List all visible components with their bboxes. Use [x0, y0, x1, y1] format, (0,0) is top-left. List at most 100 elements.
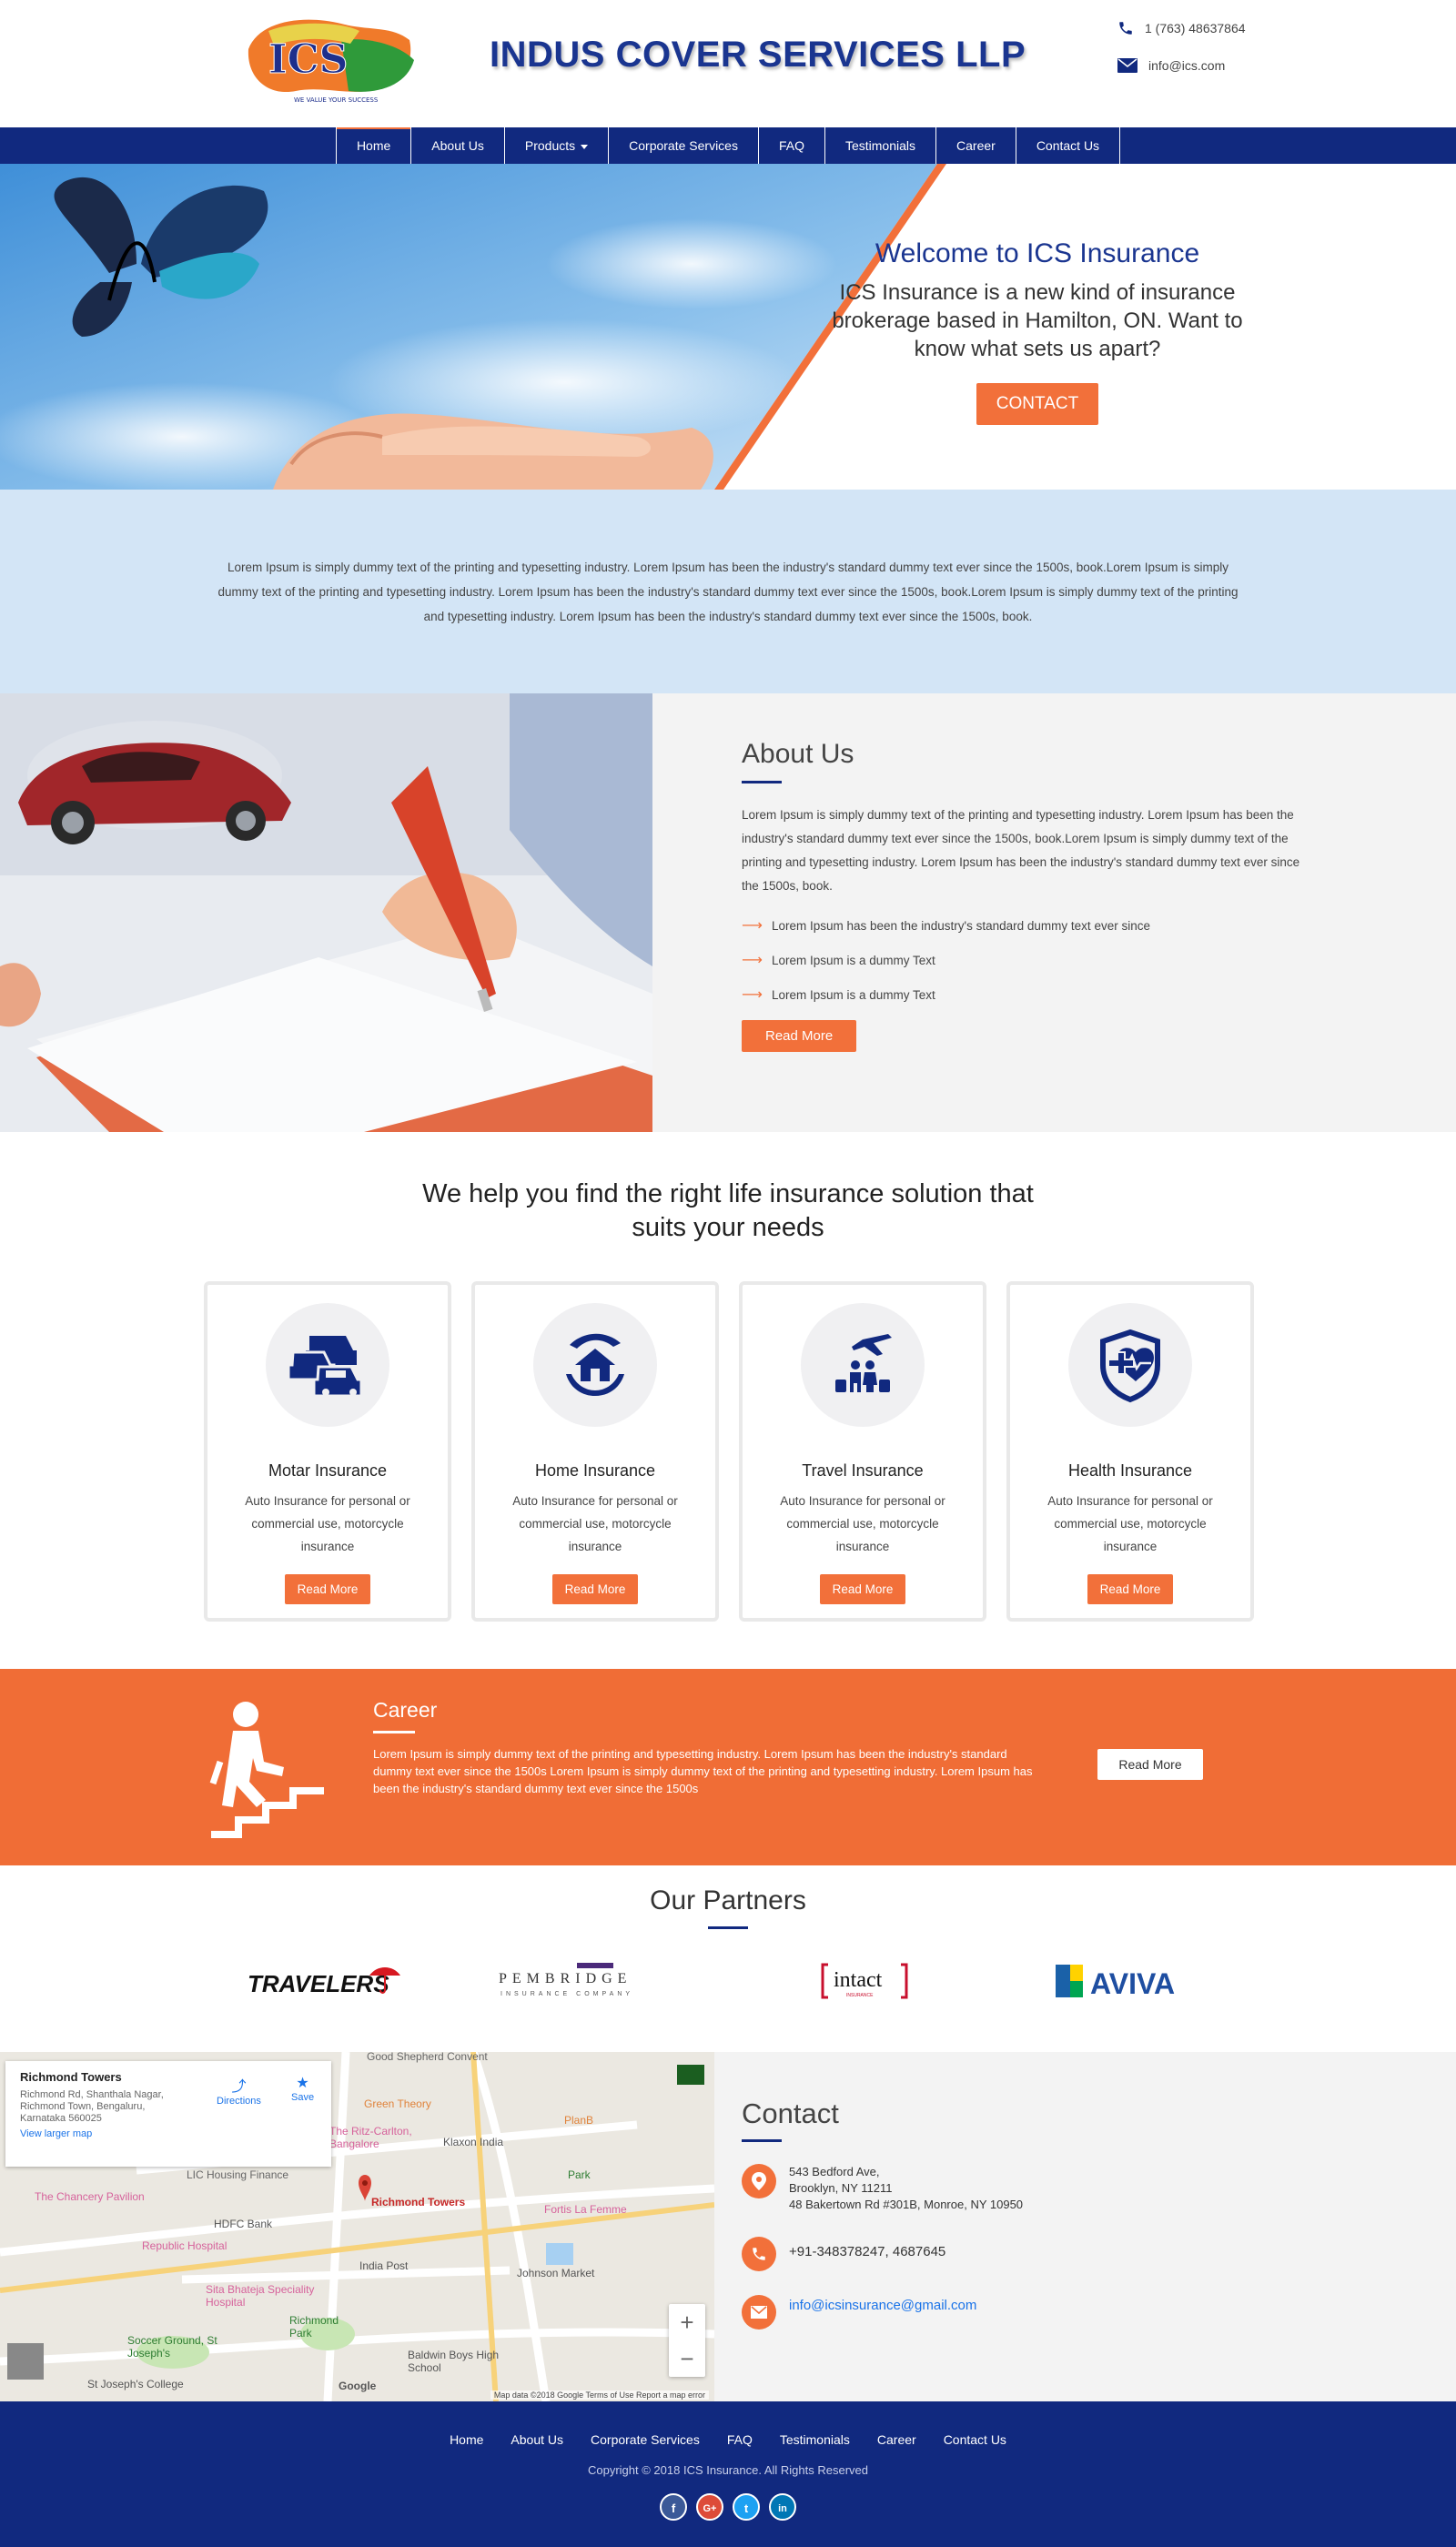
map-place-name: Richmond Towers: [20, 2070, 122, 2084]
travel-icon: [801, 1303, 925, 1427]
footer-link-faq[interactable]: FAQ: [727, 2432, 753, 2447]
header-phone[interactable]: 1 (763) 48637864: [1117, 20, 1246, 36]
main-nav: Home About Us Products Corporate Service…: [0, 127, 1456, 164]
nav-corporate[interactable]: Corporate Services: [609, 127, 759, 164]
map-label: Baldwin Boys High School: [408, 2349, 500, 2374]
insurance-card-home: Home Insurance Auto Insurance for person…: [471, 1281, 719, 1622]
contact-button[interactable]: CONTACT: [976, 383, 1099, 425]
ics-logo[interactable]: ICS WE VALUE YOUR SUCCESS: [241, 13, 419, 109]
card-description: Auto Insurance for personal or commercia…: [245, 1494, 410, 1553]
nav-faq[interactable]: FAQ: [759, 127, 825, 164]
google-logo: Google: [339, 2380, 377, 2392]
solutions-section: We help you find the right life insuranc…: [0, 1132, 1456, 1669]
google-plus-icon[interactable]: G+: [696, 2493, 723, 2521]
list-item: ⟶ Lorem Ipsum is a dummy Text: [742, 985, 1456, 1004]
envelope-icon: [1117, 58, 1138, 73]
map-label: Fortis La Femme: [544, 2203, 627, 2216]
list-item: ⟶ Lorem Ipsum has been the industry's sta…: [742, 916, 1456, 935]
star-icon: ★: [296, 2076, 309, 2091]
about-title: About Us: [742, 739, 854, 769]
nav-about[interactable]: About Us: [411, 127, 505, 164]
map-label: Richmond Towers: [371, 2196, 466, 2208]
map-label: The Chancery Pavilion: [35, 2190, 145, 2203]
contract-signing-image: [0, 693, 652, 1132]
contact-phone: +91-348378247, 4687645: [742, 2237, 1023, 2271]
partners-title: Our Partners: [650, 1885, 806, 1915]
footer-link-corporate[interactable]: Corporate Services: [591, 2432, 700, 2447]
company-name: INDUS COVER SERVICES LLP: [490, 35, 1026, 75]
health-read-more-button[interactable]: Read More: [1087, 1574, 1174, 1604]
phone-icon: [1119, 22, 1132, 35]
nav-career[interactable]: Career: [936, 127, 1016, 164]
nav-home[interactable]: Home: [335, 127, 412, 164]
footer-link-career[interactable]: Career: [877, 2432, 916, 2447]
map-label: Soccer Ground, St Joseph's: [127, 2334, 217, 2360]
view-larger-map-link[interactable]: View larger map: [20, 2128, 92, 2139]
map-label: Green Theory: [364, 2097, 431, 2110]
solutions-heading: We help you find the right life insuranc…: [0, 1177, 1456, 1245]
nav-contact[interactable]: Contact Us: [1016, 127, 1121, 164]
header-email-text: info@ics.com: [1148, 58, 1226, 73]
footer-link-testimonials[interactable]: Testimonials: [780, 2432, 850, 2447]
card-title: Motar Insurance: [268, 1461, 388, 1480]
map-label: Sita Bhateja Speciality Hospital: [206, 2283, 315, 2309]
nav-testimonials[interactable]: Testimonials: [825, 127, 937, 164]
nav-products[interactable]: Products: [505, 127, 610, 164]
svg-text:WE VALUE YOUR SUCCESS: WE VALUE YOUR SUCCESS: [294, 96, 379, 104]
zoom-out-button[interactable]: −: [669, 2340, 705, 2377]
linkedin-icon[interactable]: in: [769, 2493, 796, 2521]
svg-text:TRAVELERS: TRAVELERS: [248, 1970, 389, 1997]
arrow-right-icon: ⟶: [742, 953, 763, 968]
map-label: St Joseph's College: [87, 2378, 184, 2390]
site-footer: Home About Us Corporate Services FAQ Tes…: [0, 2401, 1456, 2547]
svg-text:PEMBRIDGE: PEMBRIDGE: [499, 1971, 632, 1986]
partner-pembridge-logo[interactable]: PEMBRIDGE INSURANCE COMPANY: [493, 1961, 693, 2001]
footer-link-about[interactable]: About Us: [511, 2432, 563, 2447]
card-title: Home Insurance: [534, 1461, 656, 1480]
card-description: Auto Insurance for personal or commercia…: [780, 1494, 945, 1553]
insurance-cards: Motar Insurance Auto Insurance for perso…: [204, 1281, 1254, 1622]
career-read-more-button[interactable]: Read More: [1097, 1749, 1203, 1780]
footer-link-home[interactable]: Home: [450, 2432, 483, 2447]
map-directions-button[interactable]: ⤴ Directions: [217, 2074, 261, 2107]
intro-band: Lorem Ipsum is simply dummy text of the …: [0, 490, 1456, 693]
about-read-more-button[interactable]: Read More: [742, 1020, 857, 1052]
cars-icon: [266, 1303, 389, 1427]
travel-read-more-button[interactable]: Read More: [819, 1574, 906, 1604]
about-content: About Us Lorem Ipsum is simply dummy tex…: [652, 693, 1456, 1132]
zoom-in-button[interactable]: +: [669, 2304, 705, 2340]
map-contact-section: Good Shepherd Convent Green Theory The R…: [0, 2052, 1456, 2401]
svg-text:intact: intact: [834, 1968, 883, 1992]
card-description: Auto Insurance for personal or commercia…: [512, 1494, 678, 1553]
motor-read-more-button[interactable]: Read More: [284, 1574, 371, 1604]
home-read-more-button[interactable]: Read More: [551, 1574, 639, 1604]
map-place-card: Richmond Towers Richmond Rd, Shanthala N…: [5, 2061, 331, 2167]
contact-email-link[interactable]: info@icsinsurance@gmail.com: [789, 2295, 976, 2314]
contact-address-text: 543 Bedford Ave, Brooklyn, NY 11211 48 B…: [789, 2164, 1023, 2213]
footer-link-contact[interactable]: Contact Us: [944, 2432, 1006, 2447]
map-zoom-control: + −: [669, 2304, 705, 2377]
career-section: Career Lorem Ipsum is simply dummy text …: [0, 1669, 1456, 1865]
address-line: 48 Bakertown Rd #301B, Monroe, NY 10950: [789, 2198, 1024, 2211]
twitter-icon[interactable]: t: [733, 2493, 760, 2521]
partner-aviva-logo[interactable]: AVIVA: [1054, 1961, 1214, 2001]
facebook-icon[interactable]: f: [660, 2493, 687, 2521]
google-map[interactable]: Good Shepherd Convent Green Theory The R…: [0, 2052, 714, 2401]
about-image: [0, 693, 652, 1132]
address-line: 543 Bedford Ave,: [789, 2165, 880, 2178]
svg-text:AVIVA: AVIVA: [1090, 1967, 1175, 2000]
header-email[interactable]: info@ics.com: [1117, 58, 1225, 73]
title-underline: [708, 1926, 748, 1929]
partner-travelers-logo[interactable]: TRAVELERS: [244, 1961, 408, 2001]
list-item: ⟶ Lorem Ipsum is a dummy Text: [742, 951, 1456, 969]
phone-icon: [742, 2237, 776, 2271]
insurance-card-health: Health Insurance Auto Insurance for pers…: [1006, 1281, 1254, 1622]
nav-products-label: Products: [524, 138, 576, 153]
map-place-address: Richmond Rd, Shanthala Nagar, Richmond T…: [20, 2089, 164, 2124]
map-save-button[interactable]: ★ Save: [291, 2074, 314, 2103]
partner-intact-logo[interactable]: intact INSURANCE: [819, 1961, 910, 2001]
map-label: Republic Hospital: [142, 2239, 228, 2252]
list-item-text: Lorem Ipsum has been the industry's stan…: [771, 918, 1150, 933]
map-label: Good Shepherd Convent: [367, 2052, 488, 2063]
map-label: Park: [568, 2168, 591, 2181]
